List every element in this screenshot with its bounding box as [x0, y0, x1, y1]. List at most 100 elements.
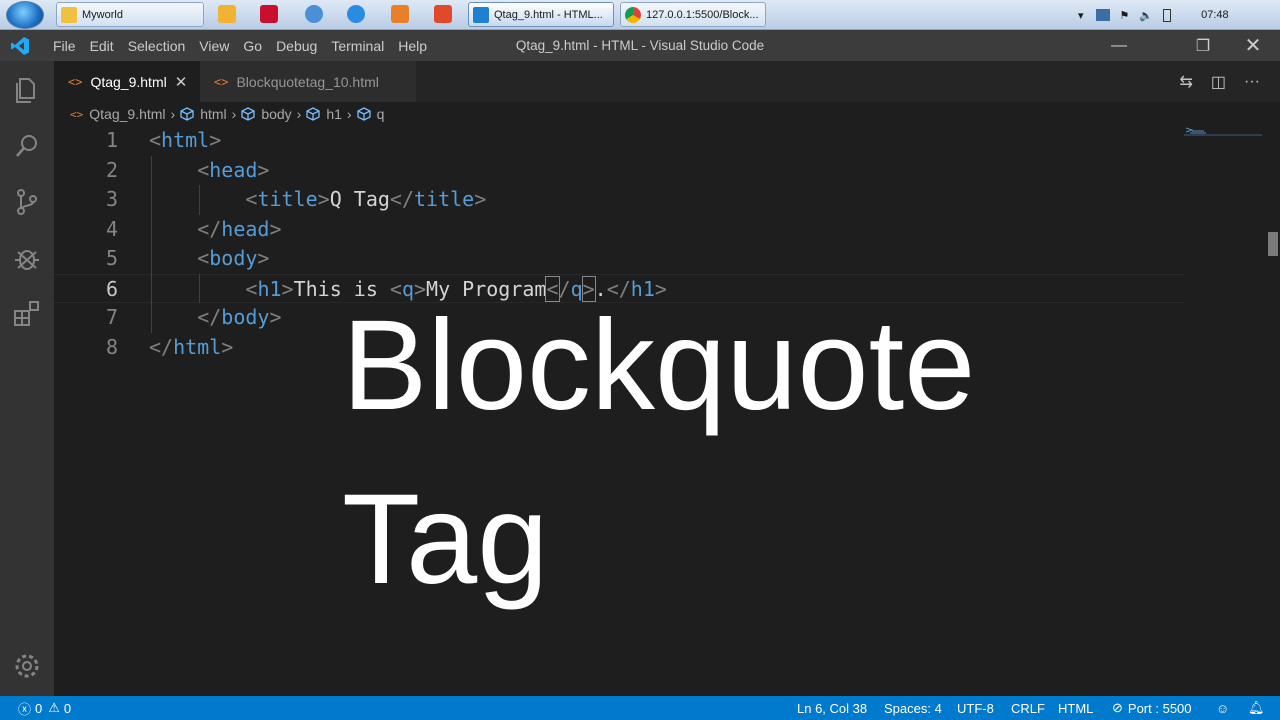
taskbar-task-vscode[interactable]: Qtag_9.html - HTML... — [468, 2, 614, 27]
browser-icon[interactable] — [305, 5, 323, 23]
line-number: 5 — [105, 246, 118, 270]
media-player-icon[interactable] — [218, 5, 236, 23]
shield-icon[interactable] — [260, 5, 278, 23]
editor-tabs: <> Qtag_9.html ✕ <> Blockquotetag_10.htm… — [54, 61, 1280, 102]
vertical-scrollbar[interactable] — [1266, 126, 1280, 696]
code-line[interactable]: 3 <title>Q Tag</title> — [54, 185, 1184, 215]
start-button[interactable] — [6, 1, 44, 29]
code-line[interactable]: 1 <html> — [54, 126, 1184, 156]
taskbar-task-label: 127.0.0.1:5500/Block... — [646, 8, 759, 21]
bracket-token: > — [317, 187, 330, 211]
more-actions-icon[interactable]: ··· — [1244, 73, 1260, 91]
bracket-token: > — [257, 246, 270, 270]
notifications-bell-icon[interactable]: 🔔︎ — [1248, 696, 1265, 720]
code-line[interactable]: 4 </head> — [54, 215, 1184, 245]
battery-icon[interactable] — [1163, 8, 1172, 22]
error-count: 0 — [35, 700, 43, 716]
screen-recorder-icon[interactable] — [434, 5, 452, 23]
code-editor[interactable]: 1 <html> 2 <head> 3 <title>Q Tag</title> 4 </he… — [54, 126, 1280, 696]
code-line[interactable]: 5 <body> — [54, 244, 1184, 274]
activity-bar — [0, 61, 54, 696]
chevron-right-icon: › — [346, 106, 352, 122]
live-server-port[interactable]: ⊘ Port : 5500 — [1112, 696, 1192, 720]
bracket-token: < — [197, 157, 210, 182]
breadcrumb-item-q[interactable]: q — [377, 106, 385, 122]
bracket-token: </ — [197, 305, 222, 329]
search-icon[interactable] — [12, 131, 42, 161]
extensions-icon[interactable] — [12, 299, 42, 329]
code-line[interactable]: 2 <head> — [54, 156, 1184, 186]
code-text: </body> — [197, 303, 281, 333]
vlc-icon[interactable] — [391, 5, 409, 23]
minimize-icon[interactable]: — — [1096, 30, 1142, 61]
warning-icon: ⚠ — [48, 700, 60, 715]
port-label: Port : 5500 — [1127, 700, 1192, 716]
warning-count: 0 — [63, 700, 72, 716]
line-number: 8 — [105, 334, 118, 359]
tab-qtag-9[interactable]: <> Qtag_9.html ✕ — [54, 61, 200, 102]
internet-explorer-icon[interactable] — [347, 5, 365, 23]
scrollbar-thumb[interactable] — [1268, 232, 1278, 256]
breadcrumb-item-file[interactable]: Qtag_9.html — [89, 106, 165, 122]
minimap[interactable] — [1184, 126, 1262, 140]
close-window-icon[interactable]: ✕ — [1230, 30, 1276, 61]
open-changes-icon[interactable]: ⇆ — [1179, 72, 1192, 92]
bracket-token: > — [257, 157, 270, 182]
menu-help[interactable]: Help — [391, 38, 434, 54]
breadcrumb-item-html[interactable]: html — [200, 106, 226, 122]
vscode-logo-icon — [11, 36, 29, 55]
menu-debug[interactable]: Debug — [269, 38, 324, 54]
tab-label: Blockquotetag_10.html — [236, 73, 379, 90]
tag-name-token: head — [209, 157, 258, 182]
encoding[interactable]: UTF-8 — [957, 696, 994, 720]
clock[interactable]: 07:48 — [1201, 9, 1229, 21]
status-bar: ⓧ 0 ⚠ 0 Ln 6, Col 38 Spaces: 4 UTF-8 CRL… — [0, 696, 1280, 720]
indentation[interactable]: Spaces: 4 — [884, 696, 942, 720]
bracket-token: </ — [197, 216, 222, 241]
bracket-token: > — [281, 276, 294, 301]
code-text: <body> — [197, 244, 269, 274]
html-file-icon: <> — [70, 107, 84, 121]
indent-guide — [151, 303, 152, 333]
problems-indicator[interactable]: ⓧ 0 ⚠ 0 — [18, 696, 71, 720]
tray-expand-icon[interactable]: ▾ — [1078, 9, 1084, 22]
menu-selection[interactable]: Selection — [121, 38, 193, 54]
language-mode[interactable]: HTML — [1058, 696, 1093, 720]
menu-edit[interactable]: Edit — [83, 38, 121, 54]
action-center-flag-icon[interactable]: ⚑ — [1120, 9, 1130, 22]
taskbar-task-myworld[interactable]: Myworld — [56, 2, 204, 27]
debug-icon[interactable] — [12, 243, 42, 273]
explorer-icon[interactable] — [12, 75, 42, 105]
line-number: 6 — [105, 276, 118, 301]
code-text: </html> — [149, 333, 233, 363]
source-control-icon[interactable] — [12, 187, 42, 217]
cursor-position[interactable]: Ln 6, Col 38 — [797, 696, 867, 720]
volume-icon[interactable]: 🔈 — [1139, 9, 1153, 22]
menu-file[interactable]: File — [46, 38, 83, 54]
bracket-token: > — [209, 128, 222, 152]
taskbar-task-label: Myworld — [82, 8, 123, 21]
line-number: 2 — [105, 157, 118, 182]
menu-view[interactable]: View — [192, 38, 236, 54]
tab-blockquotetag-10[interactable]: <> Blockquotetag_10.html — [200, 61, 416, 102]
tag-name-token: body — [209, 246, 258, 270]
bracket-token: > — [221, 334, 234, 359]
settings-gear-icon[interactable] — [12, 651, 42, 681]
symbol-element-icon — [241, 107, 255, 121]
menu-terminal[interactable]: Terminal — [324, 38, 391, 54]
taskbar-task-chrome[interactable]: 127.0.0.1:5500/Block... — [620, 2, 766, 27]
indent-guide — [151, 273, 152, 303]
breadcrumb-item-h1[interactable]: h1 — [326, 106, 342, 122]
menu-go[interactable]: Go — [236, 38, 269, 54]
chevron-right-icon: › — [170, 106, 176, 122]
bracket-token: > — [269, 305, 282, 329]
restore-icon[interactable]: ❐ — [1180, 30, 1226, 61]
split-editor-icon[interactable]: ◫ — [1211, 72, 1226, 92]
title-bar: File Edit Selection View Go Debug Termin… — [0, 30, 1280, 61]
feedback-smiley-icon[interactable]: ☺ — [1216, 696, 1229, 720]
close-tab-icon[interactable]: ✕ — [175, 73, 188, 91]
code-text: </head> — [197, 215, 281, 245]
end-of-line[interactable]: CRLF — [1011, 696, 1045, 720]
breadcrumb-item-body[interactable]: body — [261, 106, 291, 122]
network-icon[interactable] — [1095, 9, 1110, 21]
